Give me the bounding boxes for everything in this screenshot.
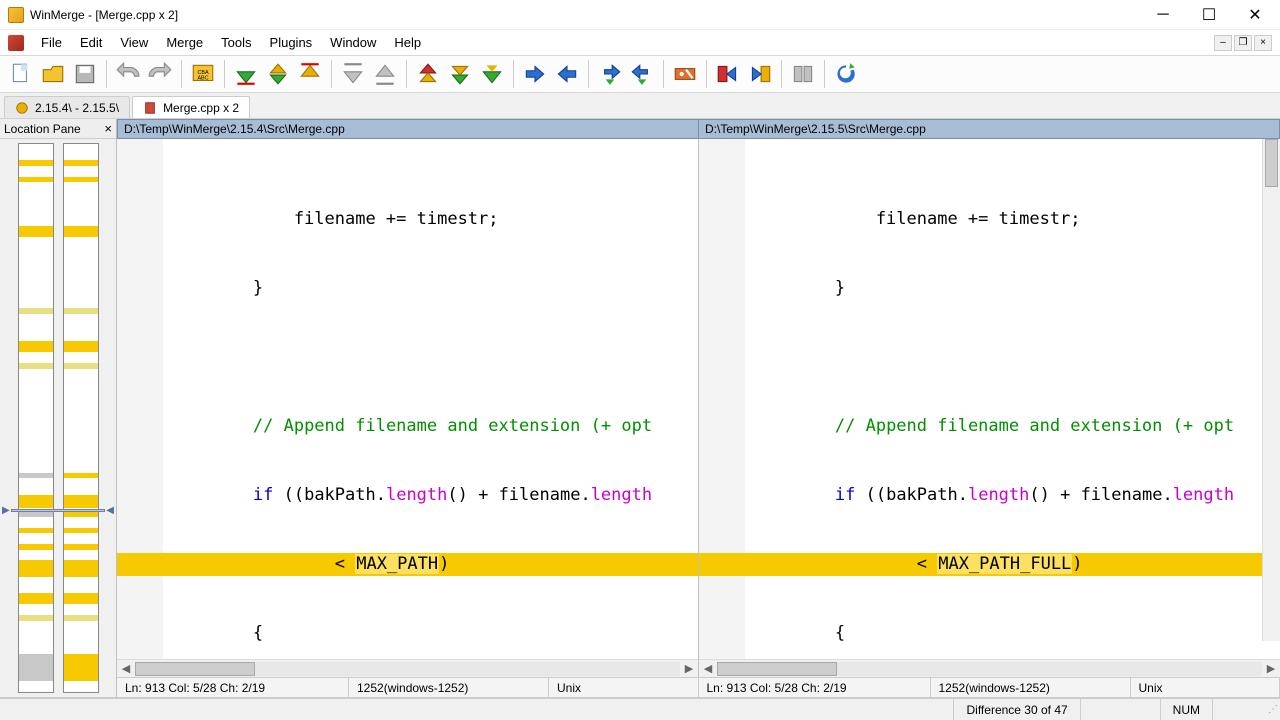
- mdi-close[interactable]: ×: [1254, 35, 1272, 51]
- tb-all-left[interactable]: [745, 59, 775, 89]
- minimize-button[interactable]: ─: [1140, 0, 1186, 30]
- tb-open[interactable]: [38, 59, 68, 89]
- tb-diff-last[interactable]: [295, 59, 325, 89]
- tabstrip: 2.15.4\ - 2.15.5\ Merge.cpp x 2: [0, 93, 1280, 119]
- enc-right: 1252(windows-1252): [931, 678, 1131, 697]
- code-pane-left[interactable]: filename += timestr; } // Append filenam…: [117, 139, 699, 677]
- tab-label: 2.15.4\ - 2.15.5\: [35, 101, 119, 115]
- maximize-button[interactable]: ☐: [1186, 0, 1232, 30]
- mdi-restore[interactable]: ❐: [1234, 35, 1252, 51]
- menubar: File Edit View Merge Tools Plugins Windo…: [0, 30, 1280, 55]
- pane-header-right: D:\Temp\WinMerge\2.15.5\Src\Merge.cpp: [699, 119, 1280, 139]
- titlebar: WinMerge - [Merge.cpp x 2] ─ ☐ ✕: [0, 0, 1280, 30]
- menu-edit[interactable]: Edit: [71, 32, 111, 53]
- tb-sync[interactable]: [788, 59, 818, 89]
- location-marker[interactable]: ▶◀: [2, 507, 114, 514]
- file-diff-icon: [143, 101, 157, 115]
- tb-refresh[interactable]: [831, 59, 861, 89]
- tb-redo[interactable]: [145, 59, 175, 89]
- eol-left: Unix: [549, 678, 699, 697]
- tb-save[interactable]: [70, 59, 100, 89]
- tb-settings[interactable]: [670, 59, 700, 89]
- workspace: Location Pane ×: [0, 119, 1280, 698]
- pane-header-left: D:\Temp\WinMerge\2.15.4\Src\Merge.cpp: [117, 119, 699, 139]
- tb-copy-right-advance[interactable]: [595, 59, 625, 89]
- location-pane-body[interactable]: ▶◀: [0, 139, 116, 697]
- menu-window[interactable]: Window: [321, 32, 385, 53]
- mdi-minimize[interactable]: –: [1214, 35, 1232, 51]
- diff-area: D:\Temp\WinMerge\2.15.4\Src\Merge.cpp D:…: [117, 119, 1280, 697]
- menu-file[interactable]: File: [32, 32, 71, 53]
- tb-prev-diff[interactable]: [445, 59, 475, 89]
- window-title: WinMerge - [Merge.cpp x 2]: [30, 8, 1140, 22]
- tb-undo[interactable]: [113, 59, 143, 89]
- tab-file-compare[interactable]: Merge.cpp x 2: [132, 96, 250, 118]
- enc-left: 1252(windows-1252): [349, 678, 549, 697]
- location-strip-left[interactable]: [18, 143, 54, 693]
- tb-next-conflict[interactable]: [477, 59, 507, 89]
- app-icon: [8, 7, 24, 23]
- menu-plugins[interactable]: Plugins: [261, 32, 322, 53]
- tab-label: Merge.cpp x 2: [163, 101, 239, 115]
- tb-diff-current[interactable]: [263, 59, 293, 89]
- status-diff: Difference 30 of 47: [953, 699, 1079, 720]
- svg-text:ABC: ABC: [197, 75, 208, 81]
- tb-all-right[interactable]: [713, 59, 743, 89]
- tb-next-diff[interactable]: [413, 59, 443, 89]
- tb-diff-first[interactable]: [231, 59, 261, 89]
- hscroll-right[interactable]: ◀▶: [699, 659, 1280, 677]
- tb-copy-left-advance[interactable]: [627, 59, 657, 89]
- statusbar: Difference 30 of 47 NUM ⋰: [0, 698, 1280, 720]
- tb-encoding[interactable]: CBAABC: [188, 59, 218, 89]
- resize-grip[interactable]: ⋰: [1268, 704, 1276, 715]
- folder-diff-icon: [15, 101, 29, 115]
- tb-new[interactable]: [6, 59, 36, 89]
- location-pane-header: Location Pane ×: [0, 119, 116, 139]
- tb-copy-right[interactable]: [520, 59, 550, 89]
- hscroll-left[interactable]: ◀▶: [117, 659, 698, 677]
- location-pane-close[interactable]: ×: [104, 121, 112, 136]
- menu-view[interactable]: View: [111, 32, 157, 53]
- tb-copy-left[interactable]: [552, 59, 582, 89]
- code-pane-right[interactable]: filename += timestr; } // Append filenam…: [699, 139, 1280, 677]
- tab-folder-compare[interactable]: 2.15.4\ - 2.15.5\: [4, 96, 130, 118]
- tb-diff-next-group[interactable]: [338, 59, 368, 89]
- tb-diff-prev-group[interactable]: [370, 59, 400, 89]
- close-button[interactable]: ✕: [1232, 0, 1278, 30]
- toolbar: CBAABC: [0, 55, 1280, 93]
- vscroll-right[interactable]: [1262, 139, 1280, 641]
- status-num: NUM: [1160, 699, 1212, 720]
- location-pane-title: Location Pane: [4, 122, 81, 136]
- location-strip-right[interactable]: [63, 143, 99, 693]
- location-pane: Location Pane ×: [0, 119, 117, 697]
- document-icon: [8, 35, 24, 51]
- pos-left: Ln: 913 Col: 5/28 Ch: 2/19: [117, 678, 349, 697]
- menu-merge[interactable]: Merge: [157, 32, 212, 53]
- menu-tools[interactable]: Tools: [212, 32, 260, 53]
- menu-help[interactable]: Help: [385, 32, 430, 53]
- pos-right: Ln: 913 Col: 5/28 Ch: 2/19: [699, 678, 931, 697]
- eol-right: Unix: [1131, 678, 1280, 697]
- pane-info-bar: Ln: 913 Col: 5/28 Ch: 2/19 1252(windows-…: [117, 677, 1280, 697]
